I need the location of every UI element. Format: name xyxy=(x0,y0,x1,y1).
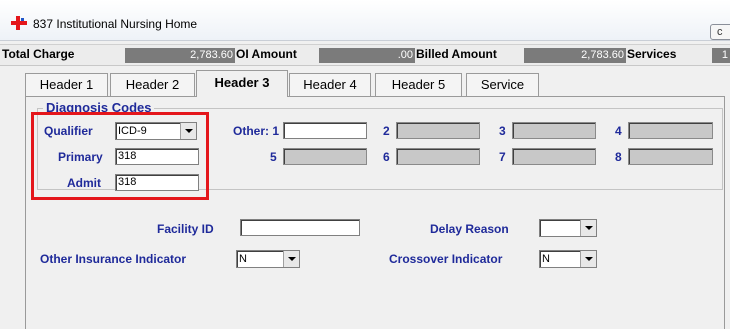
chevron-down-icon[interactable] xyxy=(580,220,596,236)
other-dx-5-field xyxy=(283,148,367,165)
other-insurance-indicator-label: Other Insurance Indicator xyxy=(40,252,187,266)
other-dx-7-field xyxy=(512,148,596,165)
other-dx-3-field xyxy=(512,122,596,139)
other-dx-4-label: 4 xyxy=(615,124,622,138)
tab-header-1[interactable]: Header 1 xyxy=(25,73,108,96)
app-icon xyxy=(11,16,27,30)
other-dx-3-label: 3 xyxy=(499,124,506,138)
window-control-button[interactable]: c xyxy=(710,24,730,40)
window-title: 837 Institutional Nursing Home xyxy=(33,17,198,31)
tab-header-4[interactable]: Header 4 xyxy=(289,73,371,96)
facility-id-field[interactable] xyxy=(240,219,360,236)
services-value: 1 xyxy=(712,48,730,63)
title-bar: 837 Institutional Nursing Home c xyxy=(0,0,730,41)
delay-reason-select[interactable] xyxy=(539,219,597,237)
other-dx-7-label: 7 xyxy=(499,150,506,164)
other-dx-6-field xyxy=(396,148,480,165)
oi-amount-label: OI Amount xyxy=(236,47,297,61)
crossover-indicator-label: Crossover Indicator xyxy=(389,252,503,266)
services-label: Services xyxy=(627,47,677,61)
total-charge-label: Total Charge xyxy=(2,47,75,61)
other-insurance-indicator-select[interactable]: N xyxy=(236,250,300,268)
delay-reason-label: Delay Reason xyxy=(430,222,509,236)
totals-bar: Total Charge 2,783.60 OI Amount .00 Bill… xyxy=(0,44,730,66)
other-dx-8-field xyxy=(628,148,713,165)
billed-amount-value: 2,783.60 xyxy=(524,48,626,63)
other-insurance-indicator-value: N xyxy=(239,253,247,265)
tab-header-5[interactable]: Header 5 xyxy=(375,73,462,96)
chevron-down-icon[interactable] xyxy=(580,251,596,267)
crossover-indicator-select[interactable]: N xyxy=(539,250,597,268)
app-window: 837 Institutional Nursing Home c Total C… xyxy=(0,0,730,329)
billed-amount-label: Billed Amount xyxy=(416,47,497,61)
chevron-down-icon[interactable] xyxy=(283,251,299,267)
other-dx-2-field xyxy=(396,122,480,139)
tab-header-3[interactable]: Header 3 xyxy=(196,70,288,97)
crossover-indicator-value: N xyxy=(542,253,550,265)
other-dx-2-label: 2 xyxy=(383,124,390,138)
total-charge-value: 2,783.60 xyxy=(125,48,235,63)
other-dx-8-label: 8 xyxy=(615,150,622,164)
other-dx-4-field xyxy=(628,122,713,139)
other-dx-label: Other: 1 xyxy=(233,124,280,138)
highlight-annotation-box xyxy=(31,112,209,200)
tab-header-2[interactable]: Header 2 xyxy=(110,73,195,96)
other-dx-6-label: 6 xyxy=(383,150,390,164)
facility-id-label: Facility ID xyxy=(157,222,214,236)
tab-service[interactable]: Service xyxy=(466,73,539,96)
other-dx-5-label: 5 xyxy=(270,150,277,164)
other-dx-1-field[interactable] xyxy=(283,122,367,139)
oi-amount-value: .00 xyxy=(319,48,415,63)
